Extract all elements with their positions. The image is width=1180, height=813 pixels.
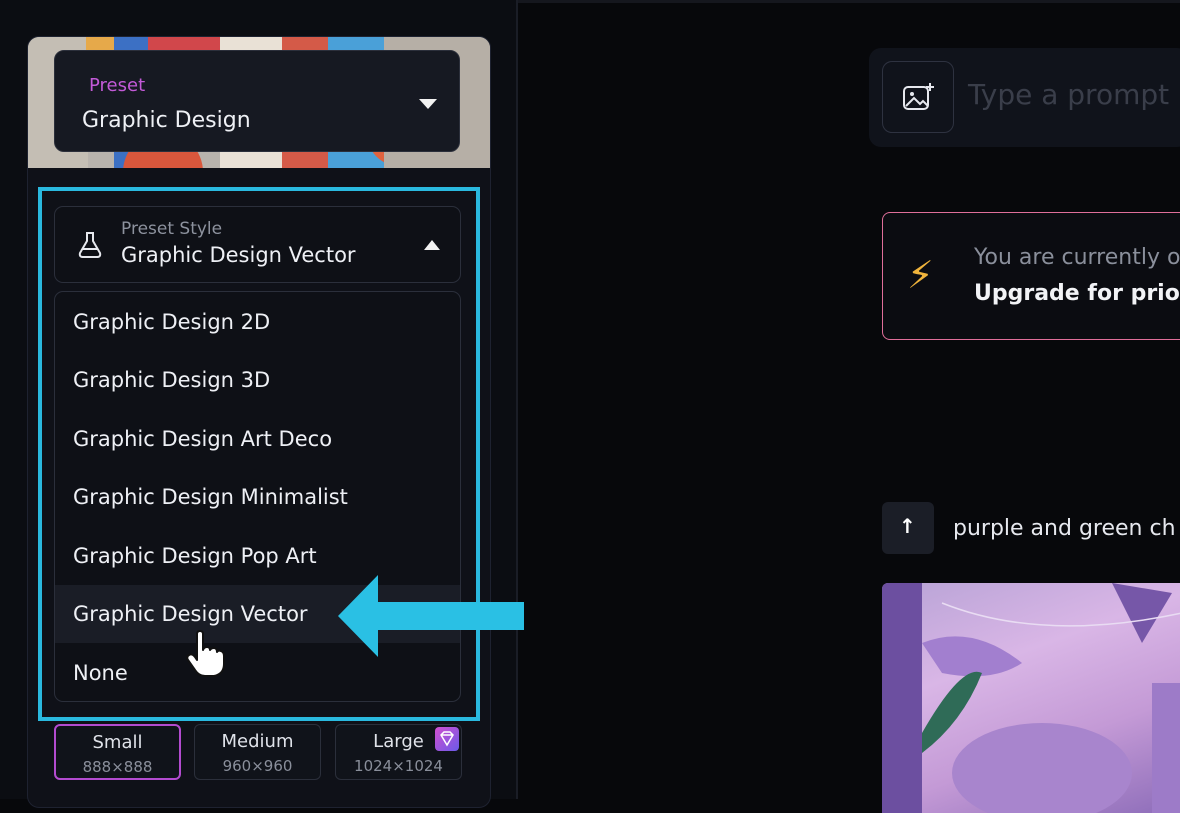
option-graphic-design-minimalist[interactable]: Graphic Design Minimalist — [55, 468, 460, 526]
premium-gem-icon — [435, 727, 459, 751]
prompt-bar: Type a prompt ... — [869, 48, 1180, 147]
add-image-icon — [903, 83, 934, 110]
caret-up-icon — [424, 240, 440, 250]
prompt-input[interactable]: Type a prompt ... — [968, 78, 1180, 111]
option-graphic-design-3d[interactable]: Graphic Design 3D — [55, 351, 460, 409]
preset-style-select[interactable]: Preset Style Graphic Design Vector — [54, 206, 461, 283]
sidebar: Preset Graphic Design Preset Style Graph… — [0, 0, 518, 808]
generated-image-art — [882, 583, 1180, 813]
hand-cursor-icon — [186, 630, 225, 677]
preset-value: Graphic Design — [82, 108, 251, 133]
size-medium-button[interactable]: Medium 960×960 — [194, 724, 321, 780]
reuse-prompt-button[interactable]: ↑ — [882, 502, 934, 554]
generated-image[interactable] — [882, 583, 1180, 813]
lightning-icon: ⚡ — [907, 253, 934, 297]
add-image-button[interactable] — [882, 61, 954, 133]
pointer-arrow-icon — [338, 575, 524, 657]
size-name: Medium — [221, 731, 294, 752]
preset-style-label: Preset Style — [121, 219, 223, 239]
arrow-up-icon: ↑ — [899, 514, 916, 538]
upgrade-link[interactable]: Upgrade for priori — [974, 281, 1180, 306]
size-dims: 888×888 — [82, 758, 153, 776]
upgrade-notice: ⚡ You are currently o Upgrade for priori — [882, 212, 1180, 340]
history-prompt-text: purple and green ch — [953, 516, 1176, 541]
preset-select[interactable]: Preset Graphic Design — [54, 50, 460, 152]
size-name: Small — [92, 732, 143, 753]
size-large-button[interactable]: Large 1024×1024 — [335, 724, 462, 780]
option-graphic-design-2d[interactable]: Graphic Design 2D — [55, 293, 460, 351]
size-small-button[interactable]: Small 888×888 — [54, 724, 181, 780]
size-dims: 1024×1024 — [354, 757, 443, 775]
preset-style-value: Graphic Design Vector — [121, 243, 356, 267]
option-graphic-design-art-deco[interactable]: Graphic Design Art Deco — [55, 410, 460, 468]
flask-icon — [78, 232, 102, 258]
size-dims: 960×960 — [222, 757, 293, 775]
preset-label: Preset — [89, 75, 146, 96]
notice-text: You are currently o — [974, 245, 1180, 270]
caret-down-icon — [419, 99, 437, 109]
